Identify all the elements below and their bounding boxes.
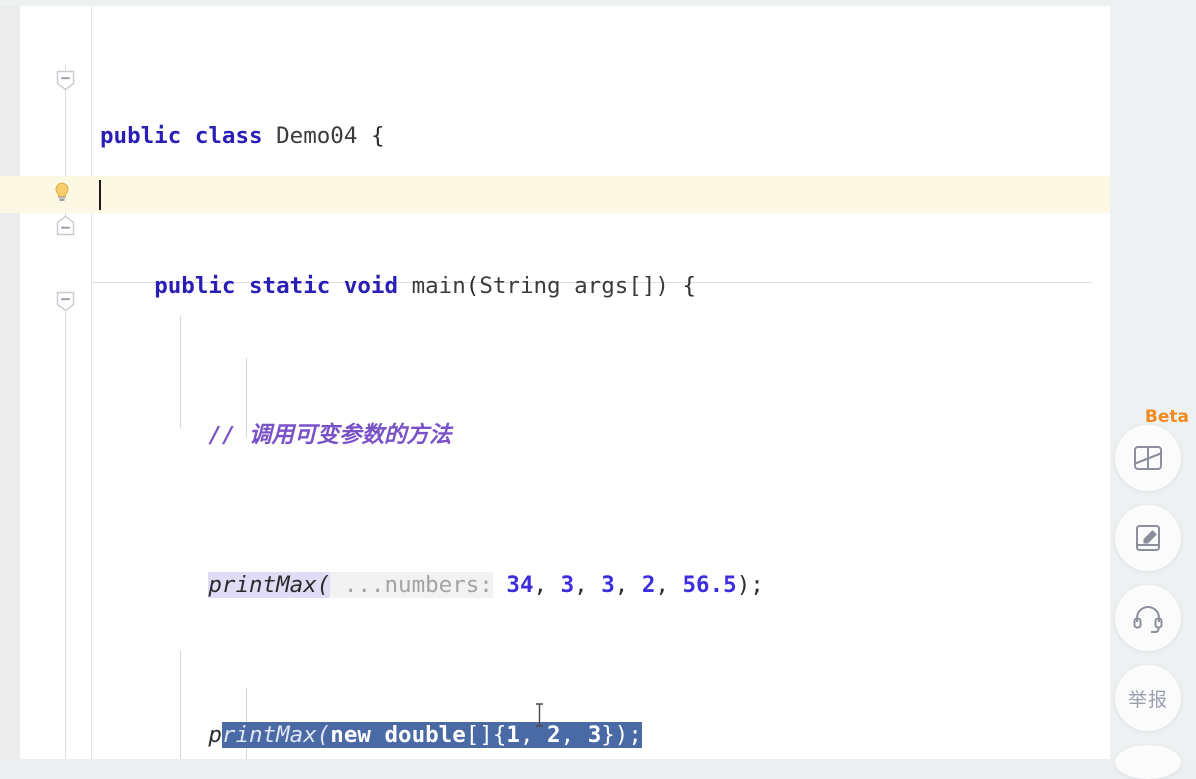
token-char-before-selection: p (208, 721, 222, 748)
token-comma: , (574, 572, 602, 599)
lightbulb-icon[interactable] (53, 182, 71, 202)
token-comma: , (614, 572, 642, 599)
note-edit-button[interactable] (1115, 505, 1181, 571)
token-type: double (384, 721, 466, 748)
note-edit-icon (1131, 521, 1165, 555)
headset-support-button[interactable] (1115, 585, 1181, 651)
token-method: main (411, 272, 466, 299)
report-button[interactable]: 举报 (1115, 665, 1181, 731)
token-number: 2 (547, 721, 561, 748)
fold-rail-method (65, 296, 66, 759)
mouse-cursor-ibeam (534, 703, 545, 727)
token-type: String (479, 272, 561, 299)
more-button[interactable] (1115, 745, 1181, 779)
page-background: public class Demo04 { public static void… (0, 0, 1196, 779)
token-number: 3 (560, 572, 575, 599)
code-line[interactable]: public static void main(String args[]) { (92, 268, 1110, 305)
floating-action-rail[interactable]: Beta 举报 (1112, 407, 1189, 779)
code-line-selected[interactable]: printMax(new double[]{1, 2, 3}); (92, 717, 1110, 754)
code-editor-window[interactable]: public class Demo04 { public static void… (0, 6, 1110, 759)
token-tail: }); (601, 721, 642, 748)
editor-left-strip (0, 6, 20, 759)
token-keyword: void (343, 272, 399, 299)
beta-badge: Beta (1144, 407, 1189, 427)
token-brace: { (682, 272, 697, 299)
token-comment: // 调用可变参数的方法 (208, 422, 452, 449)
text-caret (99, 180, 101, 210)
token-method-call: printMax( (208, 572, 331, 599)
code-line[interactable]: public class Demo04 { (92, 118, 1110, 155)
token-keyword: new (330, 721, 371, 748)
inlay-parameter-hint: ...numbers: (330, 572, 493, 599)
token-comma: , (655, 572, 683, 599)
token-method-call: rintMax( (221, 721, 331, 748)
token-keyword: class (194, 123, 263, 150)
token-keyword: public (100, 123, 182, 150)
split-screen-icon (1131, 441, 1165, 475)
code-line[interactable]: printMax( ...numbers: 34, 3, 3, 2, 56.5)… (92, 567, 1110, 604)
token-number: 1 (506, 721, 520, 748)
code-line[interactable]: // 调用可变参数的方法 (92, 417, 1110, 454)
token-keyword: static (249, 272, 331, 299)
token-number: 2 (641, 572, 656, 599)
token-tail: ); (736, 572, 764, 599)
fold-minus-icon[interactable] (56, 215, 75, 236)
fold-minus-icon[interactable] (56, 291, 75, 312)
report-label: 举报 (1127, 688, 1168, 711)
token-brackets: []{ (465, 721, 507, 748)
split-screen-button[interactable]: Beta (1115, 407, 1189, 491)
fold-minus-icon[interactable] (56, 70, 75, 91)
selection-range[interactable]: rintMax(new double[]{1, 2, 3}); (221, 721, 642, 748)
token-classname: Demo04 (276, 123, 358, 150)
headset-icon (1131, 601, 1165, 635)
code-content[interactable]: public class Demo04 { public static void… (92, 6, 1110, 759)
token-comma: , (533, 572, 561, 599)
token-paren: ( (465, 272, 480, 299)
token-brace: { (370, 123, 385, 150)
token-comma: , (560, 721, 588, 748)
token-number: 56.5 (682, 572, 737, 599)
token-keyword: public (154, 272, 236, 299)
token-number: 3 (601, 572, 615, 599)
indent-guide (180, 316, 181, 428)
editor-gutter[interactable] (20, 6, 92, 759)
token-number: 3 (587, 721, 602, 748)
token-param: args[]) (574, 272, 669, 299)
token-number: 34 (506, 572, 534, 599)
